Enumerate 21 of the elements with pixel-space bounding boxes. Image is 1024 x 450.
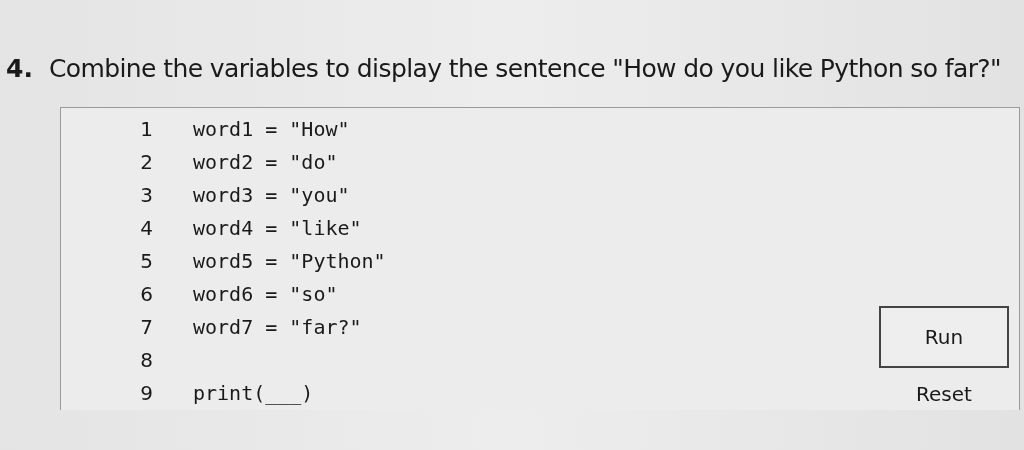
code-line: word7 = "far?" — [193, 314, 362, 339]
line-number: 7 — [139, 314, 154, 339]
code-line: word5 = "Python" — [193, 248, 386, 273]
code-line: word6 = "so" — [193, 281, 338, 306]
code-line: word3 = "you" — [193, 182, 350, 207]
line-number: 4 — [139, 215, 154, 240]
line-number: 3 — [139, 182, 154, 207]
question-text: Combine the variables to display the sentence "How do you like Python so far?" — [48, 54, 1001, 83]
code-line: word1 = "How" — [193, 116, 350, 141]
line-number: 1 — [139, 116, 154, 141]
line-number: 5 — [139, 248, 154, 273]
line-number: 8 — [139, 347, 154, 372]
line-number: 6 — [139, 281, 154, 306]
question-number: 4. — [6, 54, 33, 83]
code-line: print(___) — [193, 380, 314, 405]
code-line: word4 = "like" — [193, 215, 362, 240]
line-number: 9 — [139, 380, 154, 405]
code-line: word2 = "do" — [193, 149, 338, 174]
reset-button[interactable]: Reset — [916, 382, 972, 406]
line-number: 2 — [139, 149, 154, 174]
run-button[interactable]: Run — [879, 306, 1009, 368]
